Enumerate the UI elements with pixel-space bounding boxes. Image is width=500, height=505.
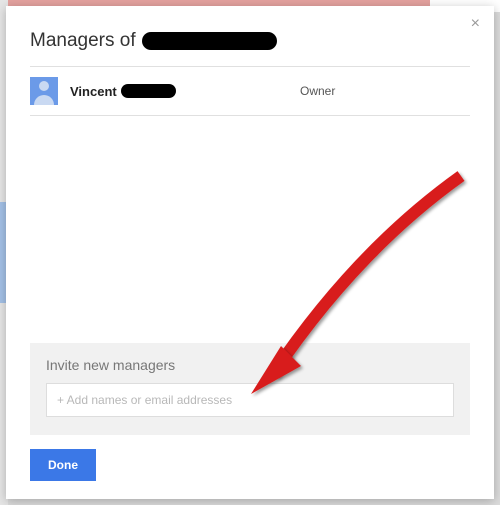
manager-row: Vincent Owner — [30, 67, 470, 116]
avatar-icon — [30, 77, 58, 105]
title-prefix: Managers of — [30, 30, 136, 52]
manager-name-visible: Vincent — [70, 84, 117, 99]
manager-role: Owner — [300, 84, 335, 98]
done-button[interactable]: Done — [30, 449, 96, 481]
manager-name: Vincent — [70, 84, 300, 99]
redacted-business-name — [142, 32, 277, 50]
dialog-title: Managers of — [30, 30, 470, 66]
invite-input[interactable] — [46, 383, 454, 417]
invite-section: Invite new managers — [30, 343, 470, 435]
close-icon[interactable]: × — [471, 16, 480, 32]
invite-heading: Invite new managers — [46, 357, 454, 373]
spacer — [30, 116, 470, 343]
redacted-surname — [121, 84, 176, 98]
managers-dialog: × Managers of Vincent Owner Invite new m… — [6, 6, 494, 499]
